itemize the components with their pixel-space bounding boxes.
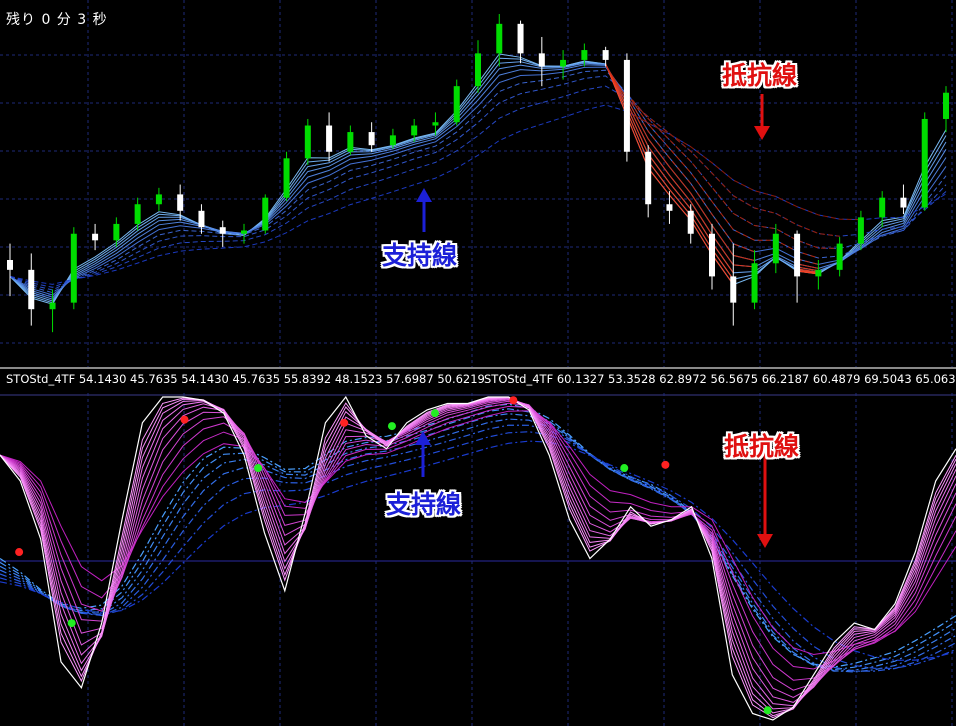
candle-body: [517, 23, 524, 54]
indicator-values-2: STOStd_4TF 60.1327 53.3528 62.8972 56.56…: [484, 372, 956, 386]
candle-body: [730, 276, 737, 303]
candle-body: [857, 217, 864, 244]
ma-band-line: [9, 104, 947, 285]
candle-body: [155, 194, 162, 205]
ma-band-line: [9, 64, 947, 298]
candle-body: [453, 86, 460, 123]
candle-body: [772, 233, 779, 264]
candle-body: [347, 132, 354, 152]
buy-signal-dot: [430, 409, 439, 418]
candle-body: [304, 125, 311, 159]
resistance-label-top: 抵抗線: [722, 61, 798, 90]
candle-body: [751, 263, 758, 303]
stoch-fan-line: [0, 399, 956, 698]
candle-body: [283, 158, 290, 198]
resistance-band-line: [626, 97, 840, 237]
ma-band-line: [9, 85, 947, 288]
ma-band-line: [9, 69, 947, 294]
resistance-arrowhead-bottom: [757, 534, 773, 548]
candle-body: [879, 197, 886, 218]
ma-band-line: [9, 61, 947, 302]
candle-body: [709, 233, 715, 277]
candle-body: [666, 204, 673, 211]
support-label-bottom: 支持線: [386, 490, 462, 519]
sell-signal-dot: [661, 460, 670, 469]
candle-body: [177, 194, 184, 211]
candle-body: [560, 59, 567, 67]
candle-body: [496, 23, 503, 54]
stoch-slow-line: [0, 418, 956, 673]
candle-body: [581, 50, 588, 60]
resistance-band-line: [626, 93, 840, 249]
candle-body: [49, 302, 56, 310]
stoch-fan-line: [0, 400, 956, 691]
price-chart-canvas[interactable]: [0, 0, 956, 367]
buy-signal-dot: [763, 706, 772, 715]
candle-body: [687, 210, 694, 234]
stoch-fan-line: [0, 402, 956, 681]
candle-body: [28, 269, 35, 310]
candle-body: [241, 230, 247, 234]
candle-body: [921, 118, 928, 208]
ma-band-line: [9, 62, 947, 300]
stoch-slow-line: [0, 431, 956, 669]
candle-body: [368, 132, 375, 146]
candle-body: [411, 125, 418, 136]
indicator-header: STOStd_4TF 54.1430 45.7635 54.1430 45.76…: [0, 369, 956, 393]
buy-signal-dot: [620, 464, 629, 473]
resistance-band-line: [626, 95, 819, 265]
candle-body: [134, 204, 141, 224]
stochastic-panel[interactable]: 抵抗線 支持線: [0, 393, 956, 726]
candles: [7, 14, 949, 333]
candle-body: [389, 135, 396, 146]
stoch-fan-line: [0, 396, 956, 717]
candle-body: [219, 227, 226, 234]
candle-body: [70, 233, 77, 303]
candle-body: [836, 243, 843, 270]
candle-body: [900, 197, 907, 208]
price-chart-panel[interactable]: 残り 0 分 3 秒 抵抗線 支持線: [0, 0, 956, 367]
candle-body: [326, 125, 333, 152]
candle-body: [113, 223, 120, 241]
candle-body: [7, 260, 13, 270]
candle-body: [262, 197, 269, 231]
candle-body: [943, 92, 949, 119]
buy-signal-dot: [254, 464, 263, 473]
candle-body: [92, 233, 99, 241]
candle-body: [198, 210, 205, 228]
candle-body: [645, 151, 652, 205]
ma-band-line: [9, 75, 947, 291]
sell-signal-dot: [509, 396, 518, 405]
stoch-slow-line: [0, 413, 956, 672]
stoch-fan-line: [0, 396, 956, 714]
stoch-slow-line: [0, 424, 956, 672]
sell-signal-dot: [15, 548, 24, 557]
candle-body: [815, 269, 822, 277]
resistance-label-bottom: 抵抗線: [724, 432, 800, 461]
candle-body: [623, 59, 630, 152]
support-label-top: 支持線: [382, 241, 458, 270]
buy-signal-dot: [67, 619, 76, 628]
resistance-arrowhead: [754, 126, 770, 140]
candle-body: [475, 53, 481, 87]
stoch-slow-line: [0, 403, 956, 668]
stoch-slow-line: [0, 408, 956, 671]
support-arrowhead: [416, 188, 432, 202]
sell-signal-dot: [180, 415, 189, 424]
buy-signal-dot: [387, 422, 396, 431]
stoch-fan-line: [0, 410, 956, 656]
candle-body: [602, 50, 609, 60]
sell-signal-dot: [340, 418, 349, 427]
indicator-values-1: STOStd_4TF 54.1430 45.7635 54.1430 45.76…: [6, 372, 485, 386]
candle-body: [794, 233, 801, 277]
countdown-timer: 残り 0 分 3 秒: [6, 12, 108, 28]
candle-body: [432, 122, 439, 126]
resistance-band-line: [626, 93, 819, 259]
stoch-slow-fan: [0, 403, 956, 673]
stoch-fan: [0, 396, 956, 719]
candle-body: [538, 53, 545, 67]
stochastic-canvas[interactable]: [0, 393, 956, 726]
